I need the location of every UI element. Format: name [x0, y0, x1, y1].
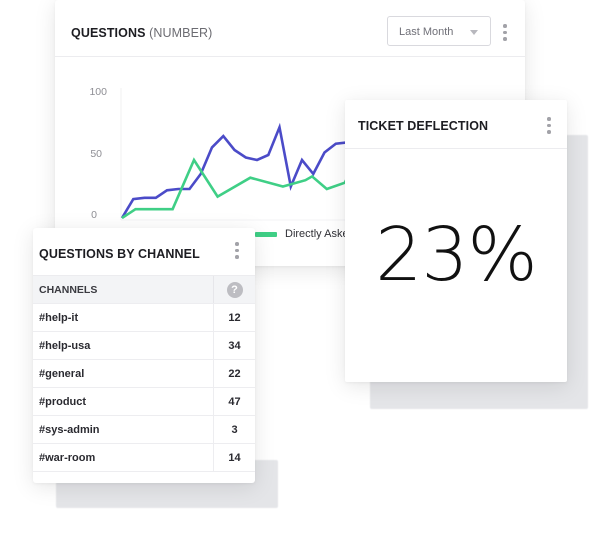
- ticket-deflection-title: TICKET DEFLECTION: [358, 119, 489, 133]
- column-header-channels[interactable]: CHANNELS: [33, 275, 214, 304]
- channel-count: 22: [213, 359, 255, 388]
- channel-name: #help-usa: [33, 331, 214, 360]
- kebab-vertical-icon[interactable]: [547, 117, 551, 134]
- channel-name: #general: [33, 359, 214, 388]
- chart-legend: Directly Aske: [255, 228, 349, 240]
- legend-label-directly-asked: Directly Aske: [285, 228, 349, 240]
- questions-by-channel-card: QUESTIONS BY CHANNEL CHANNELS ? #help-it…: [33, 228, 255, 483]
- header-divider: [345, 148, 567, 149]
- table-row[interactable]: #help-usa 34: [33, 331, 255, 360]
- column-header-help: ?: [213, 275, 255, 304]
- channels-card-title: QUESTIONS BY CHANNEL: [39, 247, 200, 261]
- channel-count: 3: [213, 415, 255, 444]
- legend-swatch-directly-asked: [255, 231, 277, 237]
- channel-name: #product: [33, 387, 214, 416]
- series-line-total: [120, 122, 348, 219]
- table-header-row: CHANNELS ?: [33, 275, 255, 304]
- channels-table: CHANNELS ? #help-it 12 #help-usa 34 #gener…: [33, 275, 255, 472]
- kebab-vertical-icon[interactable]: [235, 242, 239, 259]
- channel-count: 47: [213, 387, 255, 416]
- channel-name: #war-room: [33, 443, 214, 472]
- table-row[interactable]: #war-room 14: [33, 443, 255, 472]
- channel-name: #help-it: [33, 303, 214, 332]
- table-row[interactable]: #sys-admin 3: [33, 415, 255, 444]
- channel-count: 34: [213, 331, 255, 360]
- table-row[interactable]: #help-it 12: [33, 303, 255, 332]
- help-icon[interactable]: ?: [226, 281, 243, 298]
- channel-name: #sys-admin: [33, 415, 214, 444]
- table-row[interactable]: #product 47: [33, 387, 255, 416]
- ticket-deflection-card: TICKET DEFLECTION 23%: [345, 100, 567, 382]
- table-row[interactable]: #general 22: [33, 359, 255, 388]
- channel-count: 12: [213, 303, 255, 332]
- ticket-deflection-value: 23%: [375, 212, 537, 298]
- channel-count: 14: [213, 443, 255, 472]
